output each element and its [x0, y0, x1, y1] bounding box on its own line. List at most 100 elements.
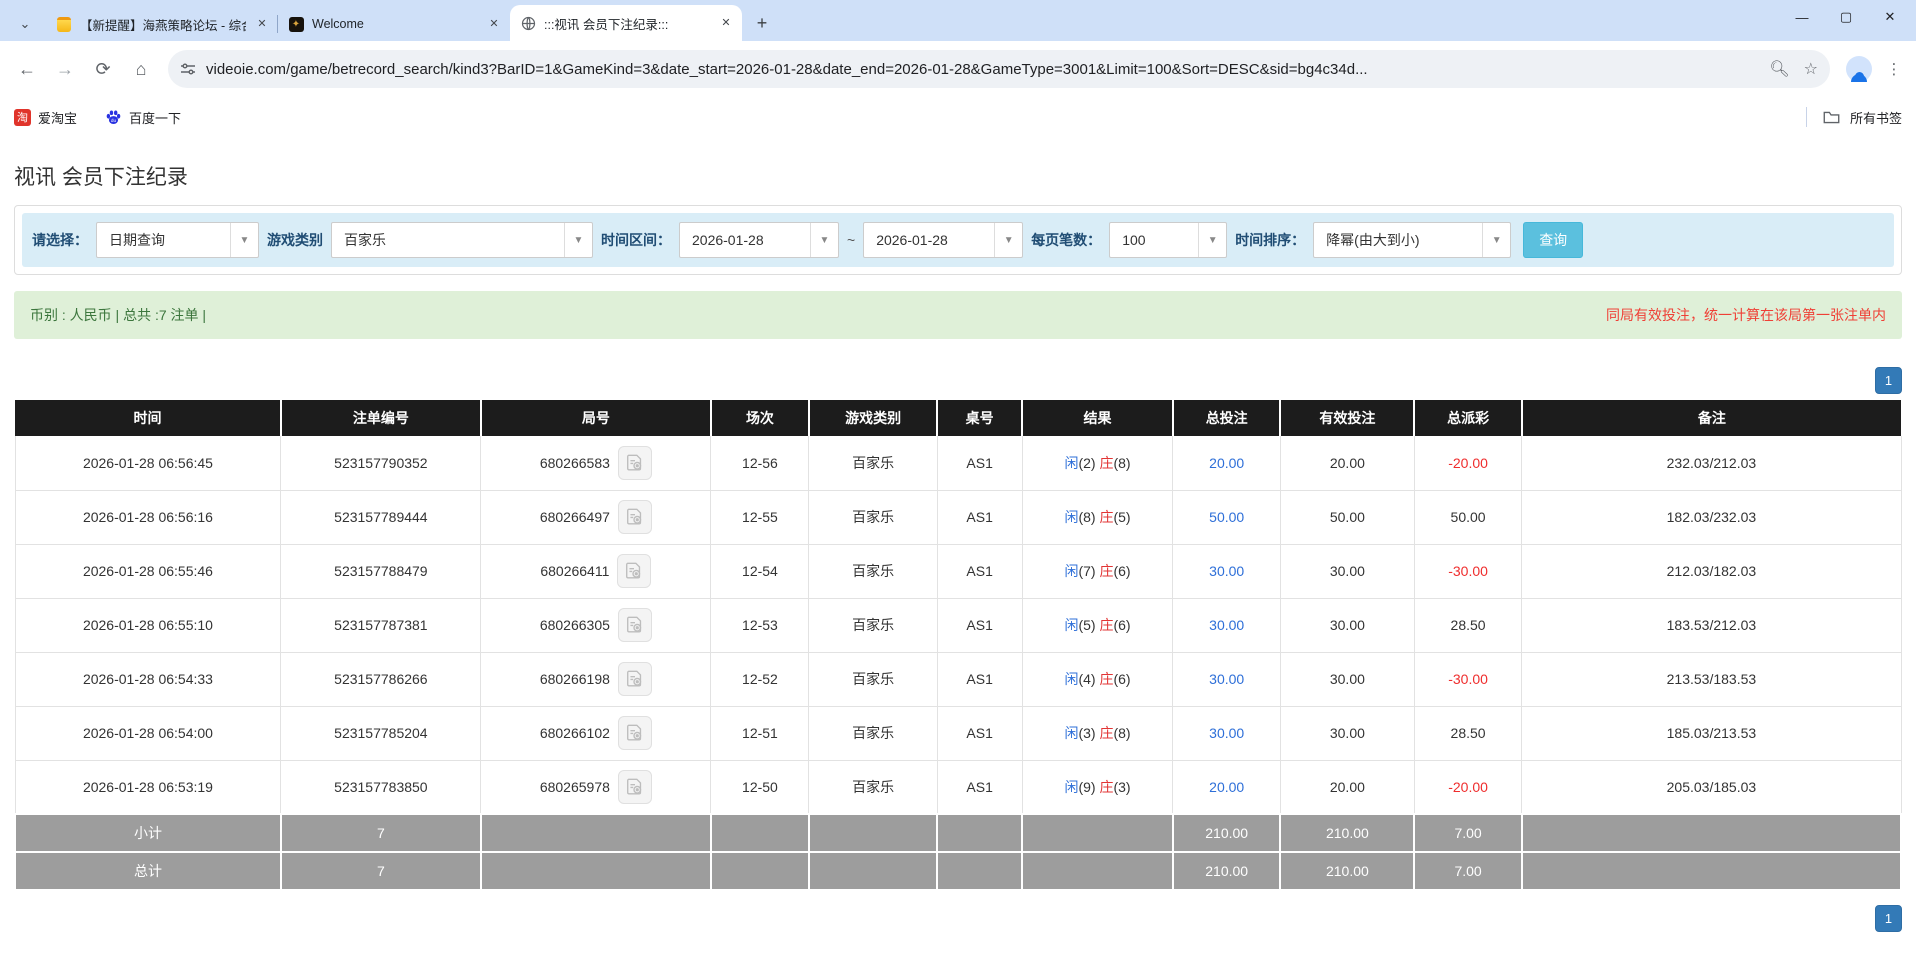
video-replay-icon[interactable] — [617, 554, 651, 588]
video-replay-icon[interactable] — [618, 770, 652, 804]
cell-round: 680266198 — [481, 652, 711, 706]
cell-round: 680266305 — [481, 598, 711, 652]
cell-total-bet[interactable]: 50.00 — [1173, 490, 1281, 544]
table-row: 2026-01-28 06:56:16523157789444680266497… — [15, 490, 1901, 544]
site-settings-icon[interactable] — [180, 61, 196, 77]
minimize-icon[interactable]: — — [1782, 2, 1822, 32]
banker-result: 庄 — [1099, 779, 1113, 795]
browser-menu-icon[interactable]: ⋮ — [1882, 60, 1906, 78]
game-type-select[interactable]: 百家乐 ▼ — [331, 222, 593, 258]
cell-time: 2026-01-28 06:55:10 — [15, 598, 281, 652]
bookmark-label: 百度一下 — [129, 108, 181, 127]
cell-time: 2026-01-28 06:54:33 — [15, 652, 281, 706]
pagination-top: 1 — [14, 367, 1902, 394]
cell-bet-id: 523157783850 — [281, 760, 481, 814]
cell-total-bet[interactable]: 30.00 — [1173, 706, 1281, 760]
taobao-icon: 淘 — [14, 109, 31, 126]
cell-bet-id: 523157789444 — [281, 490, 481, 544]
cell-total-bet[interactable]: 30.00 — [1173, 652, 1281, 706]
video-replay-icon[interactable] — [618, 662, 652, 696]
cell-bet-id: 523157790352 — [281, 436, 481, 490]
cell-time: 2026-01-28 06:56:45 — [15, 436, 281, 490]
round-number: 680266411 — [540, 563, 609, 579]
player-result: 闲 — [1064, 455, 1078, 471]
browser-tab-1[interactable]: 【新提醒】海燕策略论坛 - 综合 ✕ — [46, 7, 278, 41]
all-bookmarks[interactable]: 所有书签 — [1806, 107, 1902, 127]
page-1-button[interactable]: 1 — [1875, 367, 1902, 394]
round-number: 680266102 — [540, 725, 610, 741]
video-replay-icon[interactable] — [618, 500, 652, 534]
reload-icon[interactable]: ⟳ — [86, 52, 120, 86]
browser-tab-2[interactable]: ✦ Welcome ✕ — [278, 7, 510, 41]
video-replay-icon[interactable] — [618, 446, 652, 480]
url-text[interactable]: videoie.com/game/betrecord_search/kind3?… — [206, 61, 1755, 78]
cell-valid-bet: 30.00 — [1280, 544, 1414, 598]
page-content: 视讯 会员下注纪录 请选择： 日期查询 ▼ 游戏类别 百家乐 ▼ 时间区间： 2… — [0, 161, 1916, 932]
date-end-select[interactable]: 2026-01-28 ▼ — [863, 222, 1023, 258]
cell-table-no: AS1 — [937, 652, 1022, 706]
divider — [1806, 107, 1807, 127]
page-1-button[interactable]: 1 — [1875, 905, 1902, 932]
pagination-bottom: 1 — [14, 905, 1902, 932]
back-icon[interactable]: ← — [10, 52, 44, 86]
select-type-label: 请选择： — [32, 230, 88, 250]
round-number: 680265978 — [540, 779, 610, 795]
video-replay-icon[interactable] — [618, 608, 652, 642]
cell-note: 212.03/182.03 — [1522, 544, 1901, 598]
cell-bet-id: 523157787381 — [281, 598, 481, 652]
video-replay-icon[interactable] — [618, 716, 652, 750]
table-row: 2026-01-28 06:54:00523157785204680266102… — [15, 706, 1901, 760]
cell-session: 12-52 — [711, 652, 809, 706]
cell-session: 12-55 — [711, 490, 809, 544]
total-row: 总计 7 210.00 210.00 7.00 — [15, 852, 1901, 890]
player-result: 闲 — [1064, 563, 1078, 579]
subtotal-valid-bet: 210.00 — [1280, 814, 1414, 852]
table-row: 2026-01-28 06:56:45523157790352680266583… — [15, 436, 1901, 490]
cell-total-bet[interactable]: 20.00 — [1173, 436, 1281, 490]
bookmark-item-baidu[interactable]: du 百度一下 — [105, 108, 181, 127]
close-icon[interactable]: ✕ — [254, 16, 270, 32]
forward-icon[interactable]: → — [48, 52, 82, 86]
close-icon[interactable]: ✕ — [718, 15, 734, 31]
page-title: 视讯 会员下注纪录 — [14, 161, 1902, 191]
new-tab-button[interactable]: + — [748, 9, 776, 37]
cell-note: 232.03/212.03 — [1522, 436, 1901, 490]
per-page-select[interactable]: 100 ▼ — [1109, 222, 1227, 258]
col-header-result: 结果 — [1022, 400, 1173, 436]
forum-doc-icon — [56, 16, 72, 32]
cell-round: 680266102 — [481, 706, 711, 760]
browser-tab-active[interactable]: :::视讯 会员下注纪录::: ✕ — [510, 5, 742, 41]
banker-result: 庄 — [1099, 509, 1113, 525]
home-icon[interactable]: ⌂ — [124, 52, 158, 86]
bookmark-item-taobao[interactable]: 淘 爱淘宝 — [14, 108, 77, 127]
cell-total-bet[interactable]: 30.00 — [1173, 598, 1281, 652]
maximize-icon[interactable]: ▢ — [1826, 2, 1866, 32]
cell-session: 12-56 — [711, 436, 809, 490]
close-window-icon[interactable]: ✕ — [1870, 2, 1910, 32]
cell-game: 百家乐 — [809, 544, 937, 598]
close-icon[interactable]: ✕ — [486, 16, 502, 32]
bookmark-star-icon[interactable]: ☆ — [1804, 59, 1818, 79]
player-result: 闲 — [1064, 671, 1078, 687]
cell-payout: 50.00 — [1414, 490, 1522, 544]
sort-select[interactable]: 降幂(由大到小) ▼ — [1313, 222, 1511, 258]
profile-avatar[interactable] — [1846, 56, 1872, 82]
cell-total-bet[interactable]: 30.00 — [1173, 544, 1281, 598]
date-tilde: ~ — [847, 232, 855, 248]
tab-search-button[interactable]: ⌄ — [8, 9, 42, 39]
url-bar[interactable]: videoie.com/game/betrecord_search/kind3?… — [168, 50, 1830, 88]
query-type-select[interactable]: 日期查询 ▼ — [96, 222, 259, 258]
bet-table-body: 2026-01-28 06:56:45523157790352680266583… — [15, 436, 1901, 814]
cell-total-bet[interactable]: 20.00 — [1173, 760, 1281, 814]
player-result: 闲 — [1064, 617, 1078, 633]
all-bookmarks-label: 所有书签 — [1850, 108, 1902, 127]
date-start-select[interactable]: 2026-01-28 ▼ — [679, 222, 839, 258]
col-header-total-bet: 总投注 — [1173, 400, 1281, 436]
browser-toolbar: ← → ⟳ ⌂ videoie.com/game/betrecord_searc… — [0, 41, 1916, 97]
cell-result: 闲(4) 庄(6) — [1022, 652, 1173, 706]
cell-round: 680266497 — [481, 490, 711, 544]
tab-title: Welcome — [312, 17, 478, 31]
search-button[interactable]: 查询 — [1523, 222, 1583, 258]
player-result: 闲 — [1064, 509, 1078, 525]
zoom-icon[interactable]: 🔍︎ — [1769, 59, 1789, 79]
